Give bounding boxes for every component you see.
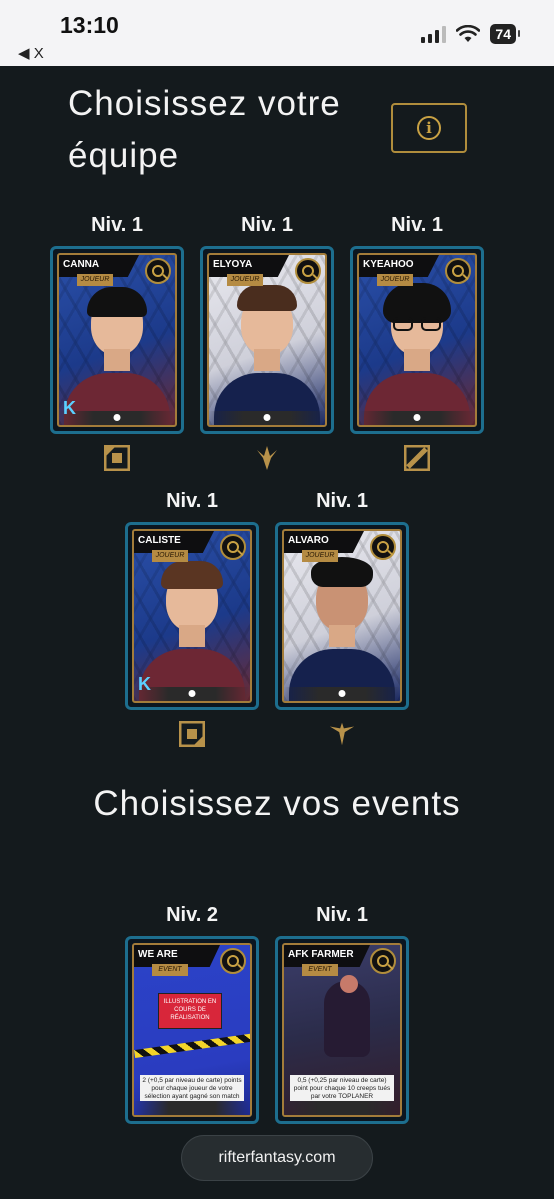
player-role-tag: JOUEUR — [77, 274, 113, 286]
magnify-icon[interactable] — [145, 258, 171, 284]
jungle-icon — [253, 444, 281, 472]
url-bar[interactable]: rifterfantasy.com — [181, 1135, 373, 1181]
status-icons: 74 — [421, 24, 520, 44]
wifi-icon — [456, 25, 481, 42]
bot-lane-icon — [178, 720, 206, 748]
battery-indicator: 74 — [490, 24, 520, 44]
info-icon: i — [417, 116, 441, 140]
player-role-tag: JOUEUR — [152, 550, 188, 562]
page: Choisissez votre équipe i Niv. 1 CANNA J… — [0, 66, 554, 1199]
magnify-icon[interactable] — [370, 534, 396, 560]
magnify-icon[interactable] — [295, 258, 321, 284]
team-section-title: Choisissez votre équipe — [68, 84, 341, 175]
card-artwork: ALVARO JOUEUR — [282, 529, 402, 703]
card-level: Niv. 1 — [316, 490, 368, 512]
card-artwork: ILLUSTRATION EN COURS DE RÉALISATION WE … — [132, 943, 252, 1117]
player-card-slot: Niv. 1 ALVARO JOUEUR — [275, 488, 409, 748]
status-bar: 13:10 ◀ X 74 — [0, 0, 554, 66]
top-lane-icon — [103, 444, 131, 472]
player-role-tag: JOUEUR — [377, 274, 413, 286]
team-logo: K — [63, 398, 76, 418]
player-card[interactable]: CANNA JOUEUR K — [50, 246, 184, 434]
player-card-slot: Niv. 1 CANNA JOUEUR K — [50, 212, 184, 472]
player-card[interactable]: ALVARO JOUEUR — [275, 522, 409, 710]
event-description: 0,5 (+0,25 par niveau de carte) point po… — [290, 1075, 394, 1101]
card-level: Niv. 2 — [166, 904, 218, 926]
event-card[interactable]: AFK FARMER TOP EVENT 0,5 (+0,25 par nive… — [275, 936, 409, 1124]
event-description: 2 (+0,5 par niveau de carte) points pour… — [140, 1075, 244, 1101]
player-card-slot: Niv. 1 KYEAHOO JOUEUR — [350, 212, 484, 472]
events-section-title: Choisissez vos events — [93, 784, 461, 823]
player-card-slot: Niv. 1 CALISTE JOUEUR K — [125, 488, 259, 748]
info-button[interactable]: i — [391, 103, 467, 153]
card-artwork: AFK FARMER TOP EVENT 0,5 (+0,25 par nive… — [282, 943, 402, 1117]
illustration-sign: ILLUSTRATION EN COURS DE RÉALISATION — [158, 993, 222, 1029]
magnify-icon[interactable] — [445, 258, 471, 284]
player-card[interactable]: CALISTE JOUEUR K — [125, 522, 259, 710]
event-tag: EVENT — [152, 964, 188, 976]
mid-lane-icon — [403, 444, 431, 472]
card-level: Niv. 1 — [241, 214, 293, 236]
event-card-slot: Niv. 1 AFK FARMER TOP EVENT 0,5 (+0,25 p… — [275, 902, 409, 1124]
player-role-tag: JOUEUR — [227, 274, 263, 286]
player-card[interactable]: KYEAHOO JOUEUR — [350, 246, 484, 434]
player-card[interactable]: ELYOYA JOUEUR — [200, 246, 334, 434]
magnify-icon[interactable] — [370, 948, 396, 974]
card-level: Niv. 1 — [91, 214, 143, 236]
status-time: 13:10 — [60, 12, 119, 38]
cellular-signal-icon — [421, 25, 447, 43]
card-artwork: CANNA JOUEUR K — [57, 253, 177, 427]
support-icon — [328, 720, 356, 748]
team-logo: K — [138, 674, 151, 694]
card-level: Niv. 1 — [316, 904, 368, 926]
event-card-slot: Niv. 2 ILLUSTRATION EN COURS DE RÉALISAT… — [125, 902, 259, 1124]
back-to-app-button[interactable]: ◀ X — [18, 44, 44, 62]
card-level: Niv. 1 — [391, 214, 443, 236]
player-role-tag: JOUEUR — [302, 550, 338, 562]
glasses — [393, 317, 441, 331]
event-tag: EVENT — [302, 964, 338, 976]
magnify-icon[interactable] — [220, 948, 246, 974]
card-artwork: CALISTE JOUEUR K — [132, 529, 252, 703]
card-level: Niv. 1 — [166, 490, 218, 512]
card-artwork: KYEAHOO JOUEUR — [357, 253, 477, 427]
player-card-slot: Niv. 1 ELYOYA JOUEUR — [200, 212, 334, 472]
event-card[interactable]: ILLUSTRATION EN COURS DE RÉALISATION WE … — [125, 936, 259, 1124]
magnify-icon[interactable] — [220, 534, 246, 560]
card-artwork: ELYOYA JOUEUR — [207, 253, 327, 427]
